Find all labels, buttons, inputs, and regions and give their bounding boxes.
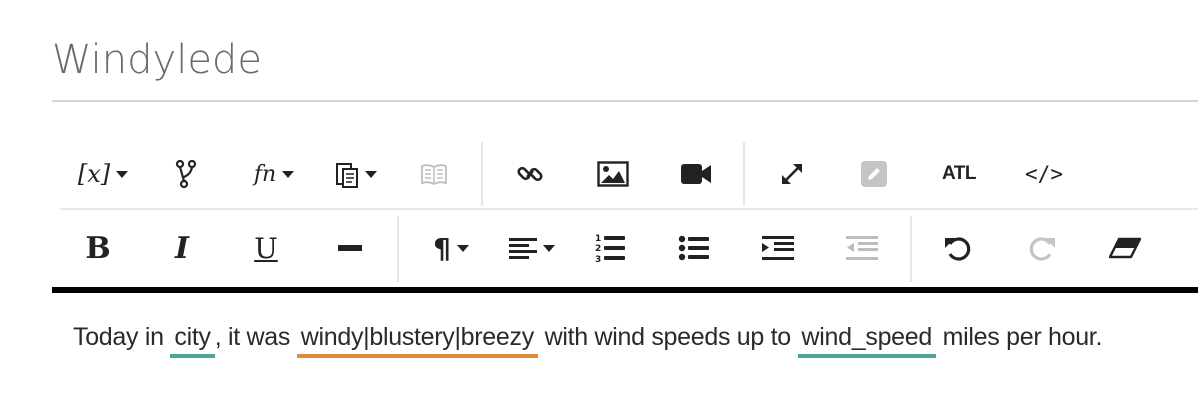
content-text: with wind speeds up to [537, 323, 798, 351]
align-menu-button[interactable] [504, 212, 560, 284]
atl-button[interactable]: ATL [939, 138, 979, 210]
chevron-down-icon [282, 170, 295, 178]
indent-button[interactable] [758, 212, 798, 284]
function-menu-button[interactable]: fn [244, 138, 304, 210]
ordered-list-button[interactable]: 1 2 3 [590, 212, 630, 284]
edit-button[interactable] [854, 138, 894, 210]
horizontal-rule-button[interactable] [330, 212, 370, 284]
underline-button[interactable]: U [246, 212, 286, 284]
source-code-button[interactable]: </> [1022, 138, 1066, 210]
toolbar-row-2: B I U ¶ 1 2 3 [60, 212, 1198, 284]
editor-toolbar: [x] fn ATL </> B I U ¶ 1 2 3 [52, 138, 1198, 289]
function-icon: fn [253, 161, 277, 187]
undo-button[interactable] [938, 212, 978, 284]
underline-icon: U [254, 231, 278, 265]
edit-icon [861, 161, 887, 187]
title-field[interactable]: Windylede [52, 30, 1198, 102]
video-icon [681, 164, 711, 184]
page-title: Windylede [52, 37, 262, 83]
chevron-down-icon [543, 244, 555, 252]
clear-format-button[interactable] [1106, 212, 1146, 284]
link-icon [517, 166, 543, 182]
variable-token-city[interactable]: city [170, 320, 215, 358]
outdent-button[interactable] [842, 212, 882, 284]
variable-menu-button[interactable]: [x] [72, 138, 134, 210]
redo-icon [1029, 237, 1055, 261]
paste-menu-button[interactable] [328, 138, 384, 210]
italic-icon: I [174, 230, 190, 266]
synonym-token[interactable]: windy|blustery|breezy [296, 320, 538, 358]
dictionary-button[interactable] [414, 138, 454, 210]
link-button[interactable] [510, 138, 550, 210]
content-text: , it was [214, 323, 297, 351]
fullscreen-button[interactable] [772, 138, 812, 210]
align-left-icon [509, 238, 537, 259]
branch-icon [175, 160, 197, 188]
image-button[interactable] [593, 138, 633, 210]
branch-button[interactable] [166, 138, 206, 210]
horizontal-rule-icon [338, 245, 362, 251]
editor-divider [52, 287, 1198, 293]
toolbar-separator [481, 142, 483, 206]
chevron-down-icon [116, 170, 129, 178]
bold-icon: B [85, 230, 111, 266]
redo-button[interactable] [1022, 212, 1062, 284]
paragraph-icon: ¶ [433, 231, 451, 265]
toolbar-row-1: [x] fn ATL </> [60, 138, 1198, 210]
content-text: Today in [73, 323, 171, 351]
clipboard-icon [336, 163, 358, 188]
svg-text:3: 3 [595, 255, 601, 264]
indent-icon [762, 236, 794, 260]
ordered-list-icon: 1 2 3 [595, 234, 625, 264]
code-icon: </> [1025, 162, 1063, 186]
eraser-icon [1109, 237, 1142, 259]
image-icon [597, 161, 629, 187]
chevron-down-icon [456, 244, 469, 252]
undo-icon [945, 237, 971, 261]
chevron-down-icon [365, 170, 377, 178]
italic-button[interactable]: I [162, 212, 202, 284]
outdent-icon [846, 236, 878, 260]
bullet-list-icon [678, 235, 709, 261]
bullet-list-button[interactable] [674, 212, 714, 284]
svg-text:2: 2 [595, 244, 601, 254]
editor-content[interactable]: Today in city, it was windy|blustery|bre… [73, 320, 1102, 358]
toolbar-separator [397, 216, 399, 282]
toolbar-separator [910, 216, 912, 282]
toolbar-separator [743, 142, 745, 206]
expand-icon [782, 164, 802, 184]
paragraph-menu-button[interactable]: ¶ [424, 212, 478, 284]
svg-text:1: 1 [595, 234, 601, 244]
atl-icon: ATL [941, 163, 977, 184]
variable-icon: [x] [77, 160, 111, 188]
variable-token-wind-speed[interactable]: wind_speed [797, 320, 936, 358]
book-icon [421, 164, 447, 185]
bold-button[interactable]: B [78, 212, 118, 284]
content-text: miles per hour. [935, 323, 1103, 351]
video-button[interactable] [676, 138, 716, 210]
